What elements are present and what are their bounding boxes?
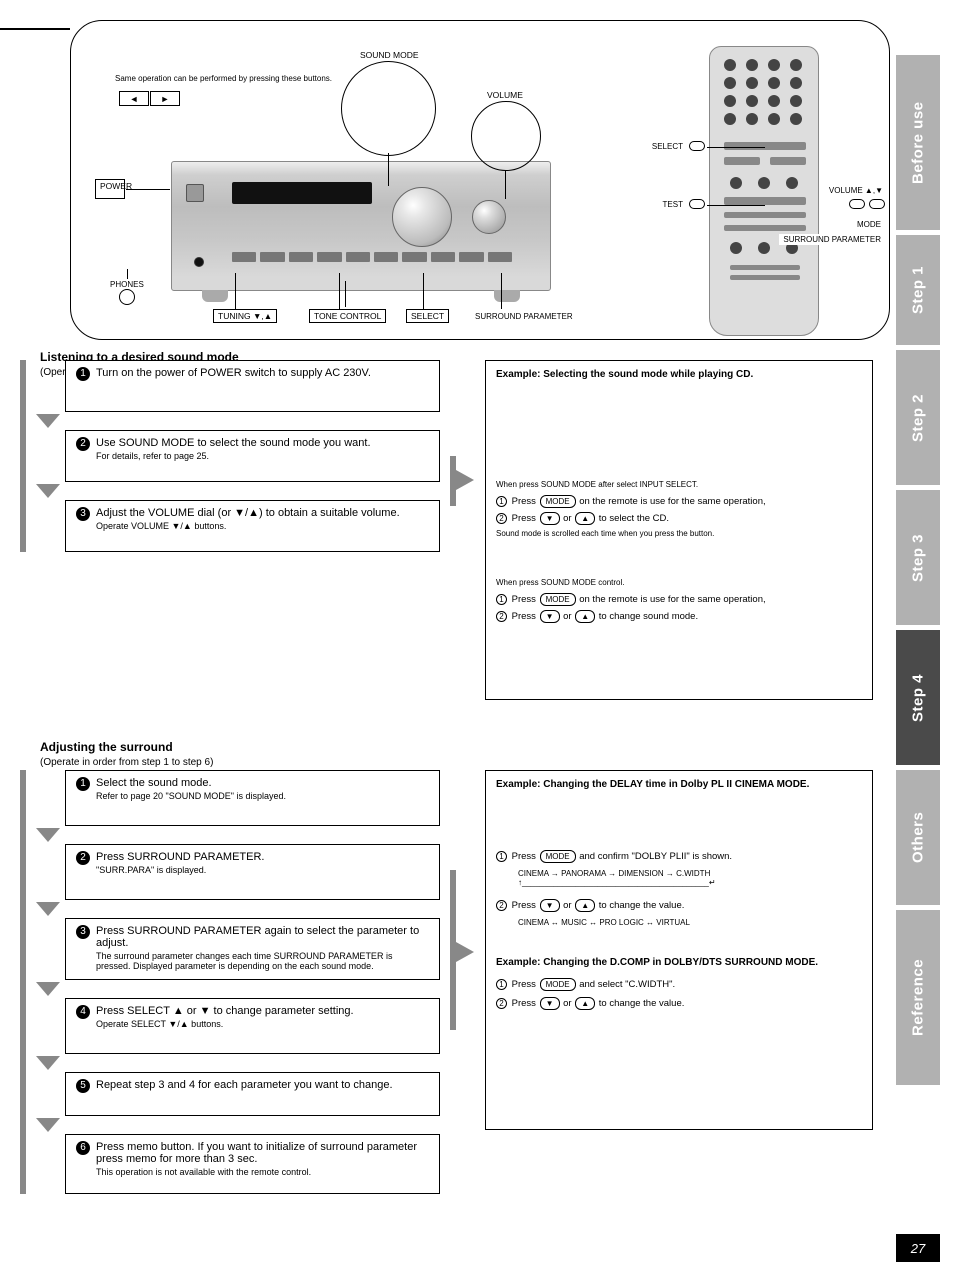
tab-reference[interactable]: Reference <box>896 910 940 1085</box>
lead-line <box>423 273 424 309</box>
flow-arrow-icon <box>36 1056 60 1070</box>
remote-callout-up <box>849 199 865 209</box>
lead-line <box>501 273 502 309</box>
left-bracket <box>20 360 26 552</box>
lead-line <box>127 269 128 279</box>
tab-before-use[interactable]: Before use <box>896 55 940 230</box>
example-a-heading: Example: Selecting the sound mode while … <box>496 369 753 380</box>
callout-sound-mode <box>341 61 436 156</box>
example-box-a: Example: Selecting the sound mode while … <box>485 360 873 700</box>
lead-line <box>235 273 236 309</box>
exA-block2-label: When press SOUND MODE control. <box>496 578 862 587</box>
remote-bar <box>724 142 806 150</box>
page-number: 27 <box>896 1234 940 1262</box>
flow-arrow-icon <box>36 1118 60 1132</box>
tuning-button-pair: ◄► <box>119 91 180 106</box>
receiver-display <box>232 182 372 204</box>
remote-callout-test <box>689 199 705 209</box>
tab-step2[interactable]: Step 2 <box>896 350 940 485</box>
tab-others[interactable]: Others <box>896 770 940 905</box>
lead-line <box>707 205 765 206</box>
receiver-unit <box>171 161 551 291</box>
phones-jack-circle <box>119 289 135 305</box>
example-b-heading2: Example: Changing the D.COMP in DOLBY/DT… <box>496 957 818 968</box>
power-button-icon <box>186 184 204 202</box>
flow-arrow-icon <box>36 828 60 842</box>
remote-surr-label: SURROUND PARAMETER <box>779 234 885 245</box>
step-b1: 1Select the sound mode.Refer to page 20 … <box>65 770 440 826</box>
step-b6: 6Press memo button. If you want to initi… <box>65 1134 440 1194</box>
remote-control <box>709 46 819 336</box>
tab-step1[interactable]: Step 1 <box>896 235 940 345</box>
remote-bar <box>724 225 806 231</box>
power-label: POWER <box>95 179 125 199</box>
flow-row-1: CINEMA → PANORAMA → DIMENSION → C.WIDTH <box>518 869 862 878</box>
headphone-jack-icon <box>194 257 204 267</box>
remote-select-label: SELECT <box>648 141 687 152</box>
flow-arrow-icon <box>36 484 60 498</box>
step-b3: 3Press SURROUND PARAMETER again to selec… <box>65 918 440 980</box>
lead-line <box>707 147 765 148</box>
example-box-b: Example: Changing the DELAY time in Dolb… <box>485 770 873 1130</box>
mode-keycap: MODE <box>540 495 576 508</box>
surround-label: SURROUND PARAMETER <box>471 311 577 322</box>
remote-bar <box>770 157 806 165</box>
step-a1: 1Turn on the power of POWER switch to su… <box>65 360 440 412</box>
sound-mode-knob <box>392 187 452 247</box>
remote-callout-down <box>869 199 885 209</box>
remote-vol-label: VOLUME ▲,▼ <box>825 185 887 196</box>
callout-volume <box>471 101 541 171</box>
exA-block1-label: When press SOUND MODE after select INPUT… <box>496 480 862 489</box>
lead-line <box>388 153 389 186</box>
remote-bar <box>724 157 760 165</box>
step-b4: 4Press SELECT ▲ or ▼ to change parameter… <box>65 998 440 1054</box>
remote-callout-select <box>689 141 705 151</box>
volume-knob <box>472 200 506 234</box>
sound-mode-label: SOUND MODE <box>356 49 423 61</box>
remote-mode-label: MODE <box>853 219 885 230</box>
tone-label: TONE CONTROL <box>309 309 386 323</box>
remote-dot <box>786 177 798 189</box>
left-bracket <box>20 770 26 1194</box>
down-keycap: ▼ <box>540 512 560 525</box>
lead-line <box>345 281 346 307</box>
step-b2: 2Press SURROUND PARAMETER."SURR.PARA" is… <box>65 844 440 900</box>
remote-bar <box>724 212 806 218</box>
volume-label: VOLUME <box>483 89 527 101</box>
device-overview-panel: ◄► Same operation can be performed by pr… <box>70 20 890 340</box>
section-b-title: Adjusting the surround (Operate in order… <box>40 740 213 768</box>
page-stub-line <box>0 28 70 30</box>
step-a2: 2Use SOUND MODE to select the sound mode… <box>65 430 440 482</box>
side-tabs: Before use Step 1 Step 2 Step 3 Step 4 O… <box>896 55 940 1090</box>
remote-test-label: TEST <box>659 199 687 210</box>
lead-line <box>126 189 170 190</box>
example-b-heading: Example: Changing the DELAY time in Dolb… <box>496 779 809 790</box>
tuning-note: Same operation can be performed by press… <box>111 73 336 84</box>
remote-bar <box>724 197 806 205</box>
remote-dot <box>730 177 742 189</box>
remote-dot <box>758 242 770 254</box>
lead-line <box>505 171 506 199</box>
flow-arrow-right-icon <box>456 942 474 962</box>
remote-dot <box>730 242 742 254</box>
select-label: SELECT <box>406 309 449 323</box>
step-a3: 3Adjust the VOLUME dial (or ▼/▲) to obta… <box>65 500 440 552</box>
flow-arrow-right-icon <box>456 470 474 490</box>
step-b5: 5Repeat step 3 and 4 for each parameter … <box>65 1072 440 1116</box>
remote-bar <box>730 275 800 280</box>
remote-dot <box>758 177 770 189</box>
remote-bar <box>730 265 800 270</box>
flow-arrow-icon <box>36 982 60 996</box>
up-keycap: ▲ <box>575 512 595 525</box>
flow-arrow-icon <box>36 902 60 916</box>
tab-step4[interactable]: Step 4 <box>896 630 940 765</box>
tab-step3[interactable]: Step 3 <box>896 490 940 625</box>
lead-line <box>339 273 340 309</box>
tuning-label: TUNING ▼,▲ <box>213 309 277 323</box>
flow-row-2: CINEMA ↔ MUSIC ↔ PRO LOGIC ↔ VIRTUAL <box>518 918 862 927</box>
flow-arrow-icon <box>36 414 60 428</box>
remote-number-grid <box>724 59 806 125</box>
receiver-button-row <box>232 252 512 262</box>
